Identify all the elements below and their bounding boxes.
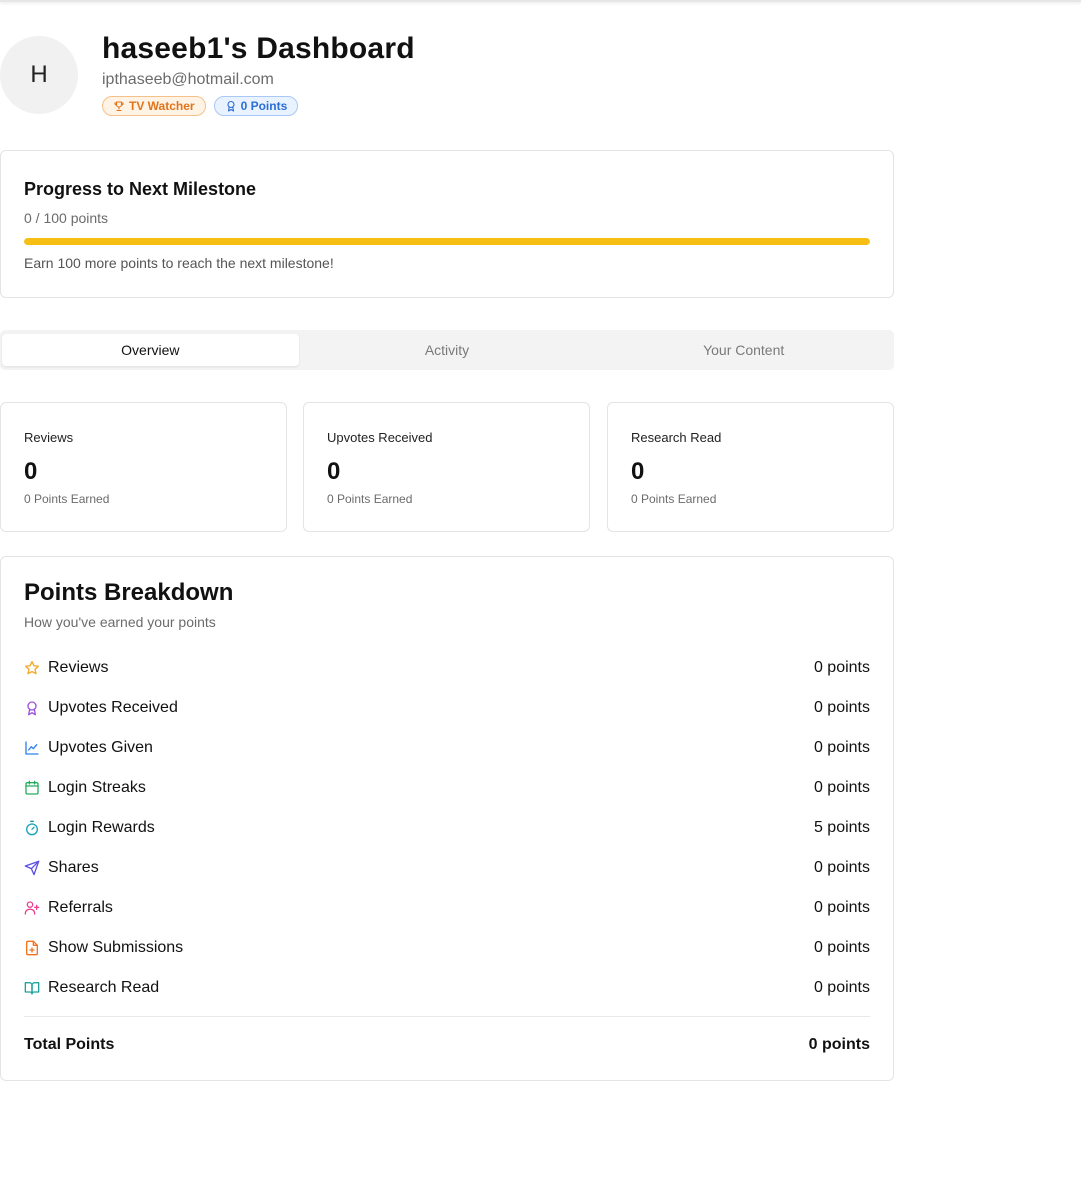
stat-earned: 0 Points Earned bbox=[631, 492, 717, 506]
book-open-icon bbox=[24, 980, 40, 996]
breakdown-row-shares: Shares 0 points bbox=[24, 848, 870, 888]
breakdown-points: 5 points bbox=[813, 819, 870, 836]
breakdown-label: Upvotes Given bbox=[48, 739, 153, 756]
tab-your-content[interactable]: Your Content bbox=[595, 334, 892, 366]
breakdown-row-referrals: Referrals 0 points bbox=[24, 888, 870, 928]
user-plus-icon bbox=[24, 900, 40, 916]
stat-label: Upvotes Received bbox=[327, 430, 433, 445]
breakdown-points: 0 points bbox=[813, 659, 870, 676]
breakdown-row-upvotes-received: Upvotes Received 0 points bbox=[24, 688, 870, 728]
page-title: haseeb1's Dashboard bbox=[102, 32, 415, 65]
breakdown-label: Login Rewards bbox=[48, 819, 155, 836]
calendar-icon bbox=[24, 780, 40, 796]
breakdown-label: Shares bbox=[48, 859, 99, 876]
breakdown-label: Upvotes Received bbox=[48, 699, 178, 716]
trend-chart-icon bbox=[24, 740, 40, 756]
breakdown-label: Show Submissions bbox=[48, 939, 184, 956]
send-icon bbox=[24, 860, 40, 876]
stat-earned: 0 Points Earned bbox=[24, 492, 110, 506]
stat-card-upvotes-received: Upvotes Received 0 0 Points Earned bbox=[303, 402, 590, 532]
badge-points: 0 Points bbox=[213, 96, 299, 116]
breakdown-label: Research Read bbox=[48, 979, 160, 996]
breakdown-divider bbox=[24, 1016, 870, 1017]
award-icon bbox=[24, 700, 40, 716]
star-icon bbox=[24, 660, 40, 676]
breakdown-label: Login Streaks bbox=[48, 779, 146, 796]
breakdown-points: 0 points bbox=[813, 779, 870, 796]
stat-card-research-read: Research Read 0 0 Points Earned bbox=[607, 402, 894, 532]
total-points-row: Total Points 0 points bbox=[24, 1031, 870, 1059]
points-breakdown-card: Points Breakdown How you've earned your … bbox=[0, 556, 894, 1081]
file-plus-icon bbox=[24, 940, 40, 956]
progress-message: Earn 100 more points to reach the next m… bbox=[24, 255, 334, 271]
stat-label: Research Read bbox=[631, 430, 722, 445]
breakdown-points: 0 points bbox=[813, 859, 870, 876]
progress-bar-track-fill bbox=[24, 238, 870, 245]
badge-list: TV Watcher 0 Points bbox=[102, 96, 299, 116]
avatar: H bbox=[0, 36, 78, 114]
breakdown-row-reviews: Reviews 0 points bbox=[24, 648, 870, 688]
tab-overview[interactable]: Overview bbox=[2, 334, 299, 366]
stat-value: 0 bbox=[24, 458, 38, 485]
milestone-progress-card: Progress to Next Milestone 0 / 100 point… bbox=[0, 150, 894, 298]
breakdown-label: Referrals bbox=[48, 899, 113, 916]
timer-icon bbox=[24, 820, 40, 836]
total-value: 0 points bbox=[808, 1036, 870, 1053]
badge-label: TV Watcher bbox=[129, 99, 195, 113]
breakdown-list: Reviews 0 points Upvotes Received 0 poin… bbox=[24, 648, 870, 1008]
breakdown-points: 0 points bbox=[813, 979, 870, 996]
stat-earned: 0 Points Earned bbox=[327, 492, 413, 506]
breakdown-points: 0 points bbox=[813, 739, 870, 756]
badge-tv-watcher: TV Watcher bbox=[102, 96, 206, 116]
breakdown-row-login-rewards: Login Rewards 5 points bbox=[24, 808, 870, 848]
stat-card-reviews: Reviews 0 0 Points Earned bbox=[0, 402, 287, 532]
breakdown-row-show-submissions: Show Submissions 0 points bbox=[24, 928, 870, 968]
tab-activity[interactable]: Activity bbox=[299, 334, 596, 366]
breakdown-label: Reviews bbox=[48, 659, 109, 676]
stat-label: Reviews bbox=[24, 430, 74, 445]
breakdown-points: 0 points bbox=[813, 699, 870, 716]
badge-label: 0 Points bbox=[240, 99, 288, 113]
progress-bar bbox=[24, 238, 870, 245]
breakdown-row-research-read: Research Read 0 points bbox=[24, 968, 870, 1008]
breakdown-title: Points Breakdown bbox=[24, 579, 234, 606]
stat-value: 0 bbox=[327, 458, 341, 485]
stat-value: 0 bbox=[631, 458, 645, 485]
breakdown-points: 0 points bbox=[813, 939, 870, 956]
breakdown-row-login-streaks: Login Streaks 0 points bbox=[24, 768, 870, 808]
award-icon bbox=[227, 100, 235, 112]
dashboard-tabs: Overview Activity Your Content bbox=[0, 330, 894, 370]
trophy-icon bbox=[114, 101, 124, 112]
breakdown-subtitle: How you've earned your points bbox=[24, 614, 216, 630]
progress-points-text: 0 / 100 points bbox=[24, 210, 109, 226]
profile-header: H haseeb1's Dashboard ipthaseeb@hotmail.… bbox=[0, 32, 894, 118]
total-label: Total Points bbox=[24, 1036, 115, 1053]
user-email: ipthaseeb@hotmail.com bbox=[102, 71, 274, 88]
breakdown-points: 0 points bbox=[813, 899, 870, 916]
top-divider bbox=[0, 0, 1081, 2]
breakdown-row-upvotes-given: Upvotes Given 0 points bbox=[24, 728, 870, 768]
progress-title: Progress to Next Milestone bbox=[24, 179, 257, 199]
